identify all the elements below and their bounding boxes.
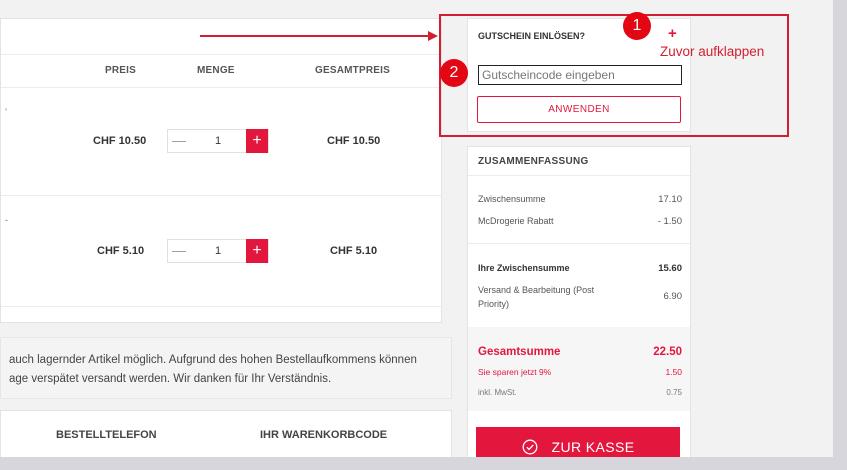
vat-label: inkl. MwSt.: [478, 388, 517, 397]
your-subtotal-value: 15.60: [658, 263, 682, 274]
row1-minus-button[interactable]: —: [168, 130, 190, 152]
order-phone-heading: BESTELLTELEFON: [56, 429, 157, 441]
discount-value: - 1.50: [657, 216, 682, 227]
grand-total-label: Gesamtsumme: [478, 346, 561, 358]
checkout-label[interactable]: ZUR KASSE: [552, 439, 635, 455]
cart-code-heading: IHR WARENKORBCODE: [260, 429, 388, 441]
order-summary: ZUSAMMENFASSUNG Zwischensumme 17.10 McDr…: [467, 146, 691, 457]
order-info: BESTELLTELEFON IHR WARENKORBCODE: [0, 410, 452, 457]
shipping-value: 6.90: [663, 291, 683, 302]
cart-table: PREIS MENGE GESAMTPREIS ’ CHF 10.50 — 1 …: [0, 18, 442, 323]
check-circle-icon: [522, 439, 537, 455]
annotation-hint: Zuvor aufklappen: [660, 44, 765, 59]
row2-quantity-stepper[interactable]: — 1 +: [167, 239, 269, 263]
annotation-highlight-box: [439, 14, 789, 137]
annotation-arrow: [200, 31, 438, 41]
savings-label: Sie sparen jetzt 9%: [478, 367, 552, 377]
checkout-button[interactable]: ZUR KASSE: [476, 427, 680, 457]
row2-plus-button[interactable]: +: [246, 239, 268, 263]
row2-quantity-value[interactable]: 1: [198, 240, 238, 262]
summary-title: ZUSAMMENFASSUNG: [478, 156, 589, 167]
shipping-notice: auch lagernder Artikel möglich. Aufgrund…: [0, 337, 452, 399]
row1-quantity-stepper[interactable]: — 1 +: [167, 129, 269, 153]
savings-value: 1.50: [665, 367, 682, 377]
row2-minus-button[interactable]: —: [168, 240, 190, 262]
notice-line-1: auch lagernder Artikel möglich. Aufgrund…: [9, 354, 417, 366]
header-total: GESAMTPREIS: [315, 65, 390, 76]
row1-plus-button[interactable]: +: [246, 129, 268, 153]
your-subtotal-label: Ihre Zwischensumme: [478, 263, 570, 273]
row1-price: CHF 10.50: [93, 135, 147, 147]
row2-total: CHF 5.10: [330, 245, 378, 257]
annotation-step-1-badge: 1: [623, 12, 651, 40]
header-quantity: MENGE: [197, 65, 235, 76]
vat-value: 0.75: [666, 388, 682, 397]
header-price: PREIS: [105, 65, 137, 76]
page: PREIS MENGE GESAMTPREIS ’ CHF 10.50 — 1 …: [0, 0, 833, 457]
row2-price: CHF 5.10: [97, 245, 145, 257]
grand-total-value: 22.50: [653, 346, 682, 358]
discount-label: McDrogerie Rabatt: [478, 216, 554, 226]
shipping-label: Versand & Bearbeitung (Post Priority): [478, 285, 595, 309]
subtotal-value: 17.10: [658, 194, 682, 205]
subtotal-label: Zwischensumme: [478, 194, 546, 204]
row1-total: CHF 10.50: [327, 135, 381, 147]
notice-line-2: age verspätet versandt werden. Wir danke…: [9, 373, 332, 385]
row1-quantity-value[interactable]: 1: [198, 130, 238, 152]
annotation-step-2-badge: 2: [440, 59, 468, 87]
